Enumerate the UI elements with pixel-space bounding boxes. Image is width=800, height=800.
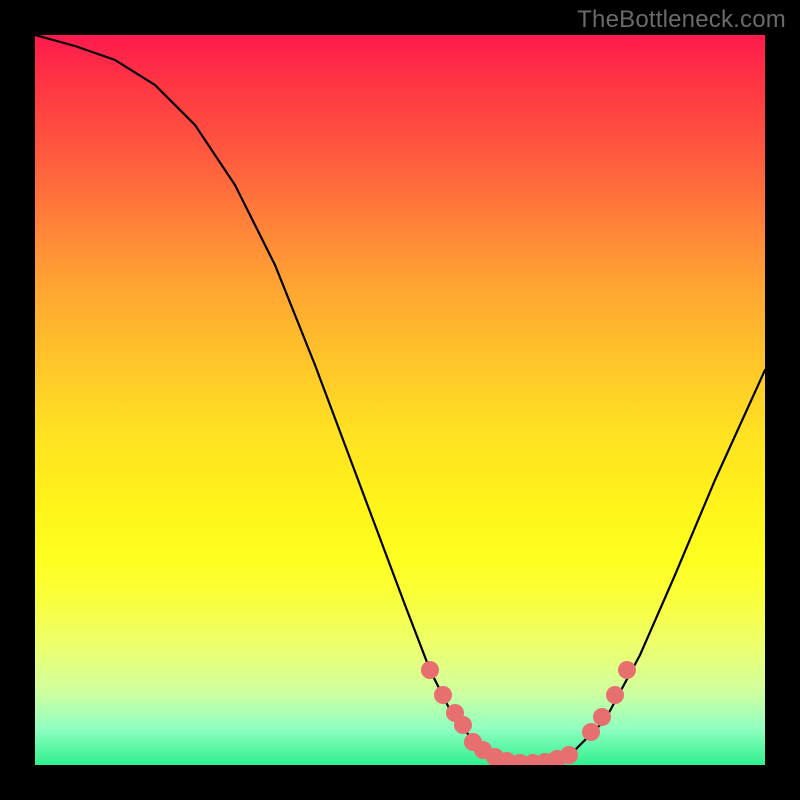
- curve-marker: [421, 661, 439, 679]
- curve-marker: [606, 686, 624, 704]
- curve-marker: [582, 723, 600, 741]
- curve-marker: [593, 708, 611, 726]
- curve-marker: [618, 661, 636, 679]
- chart-frame: TheBottleneck.com: [0, 0, 800, 800]
- curve-markers: [421, 661, 636, 765]
- bottleneck-curve: [35, 35, 765, 763]
- watermark-text: TheBottleneck.com: [577, 6, 786, 34]
- curve-marker: [454, 716, 472, 734]
- curve-marker: [434, 686, 452, 704]
- curve-marker: [560, 746, 578, 764]
- chart-svg: [35, 35, 765, 765]
